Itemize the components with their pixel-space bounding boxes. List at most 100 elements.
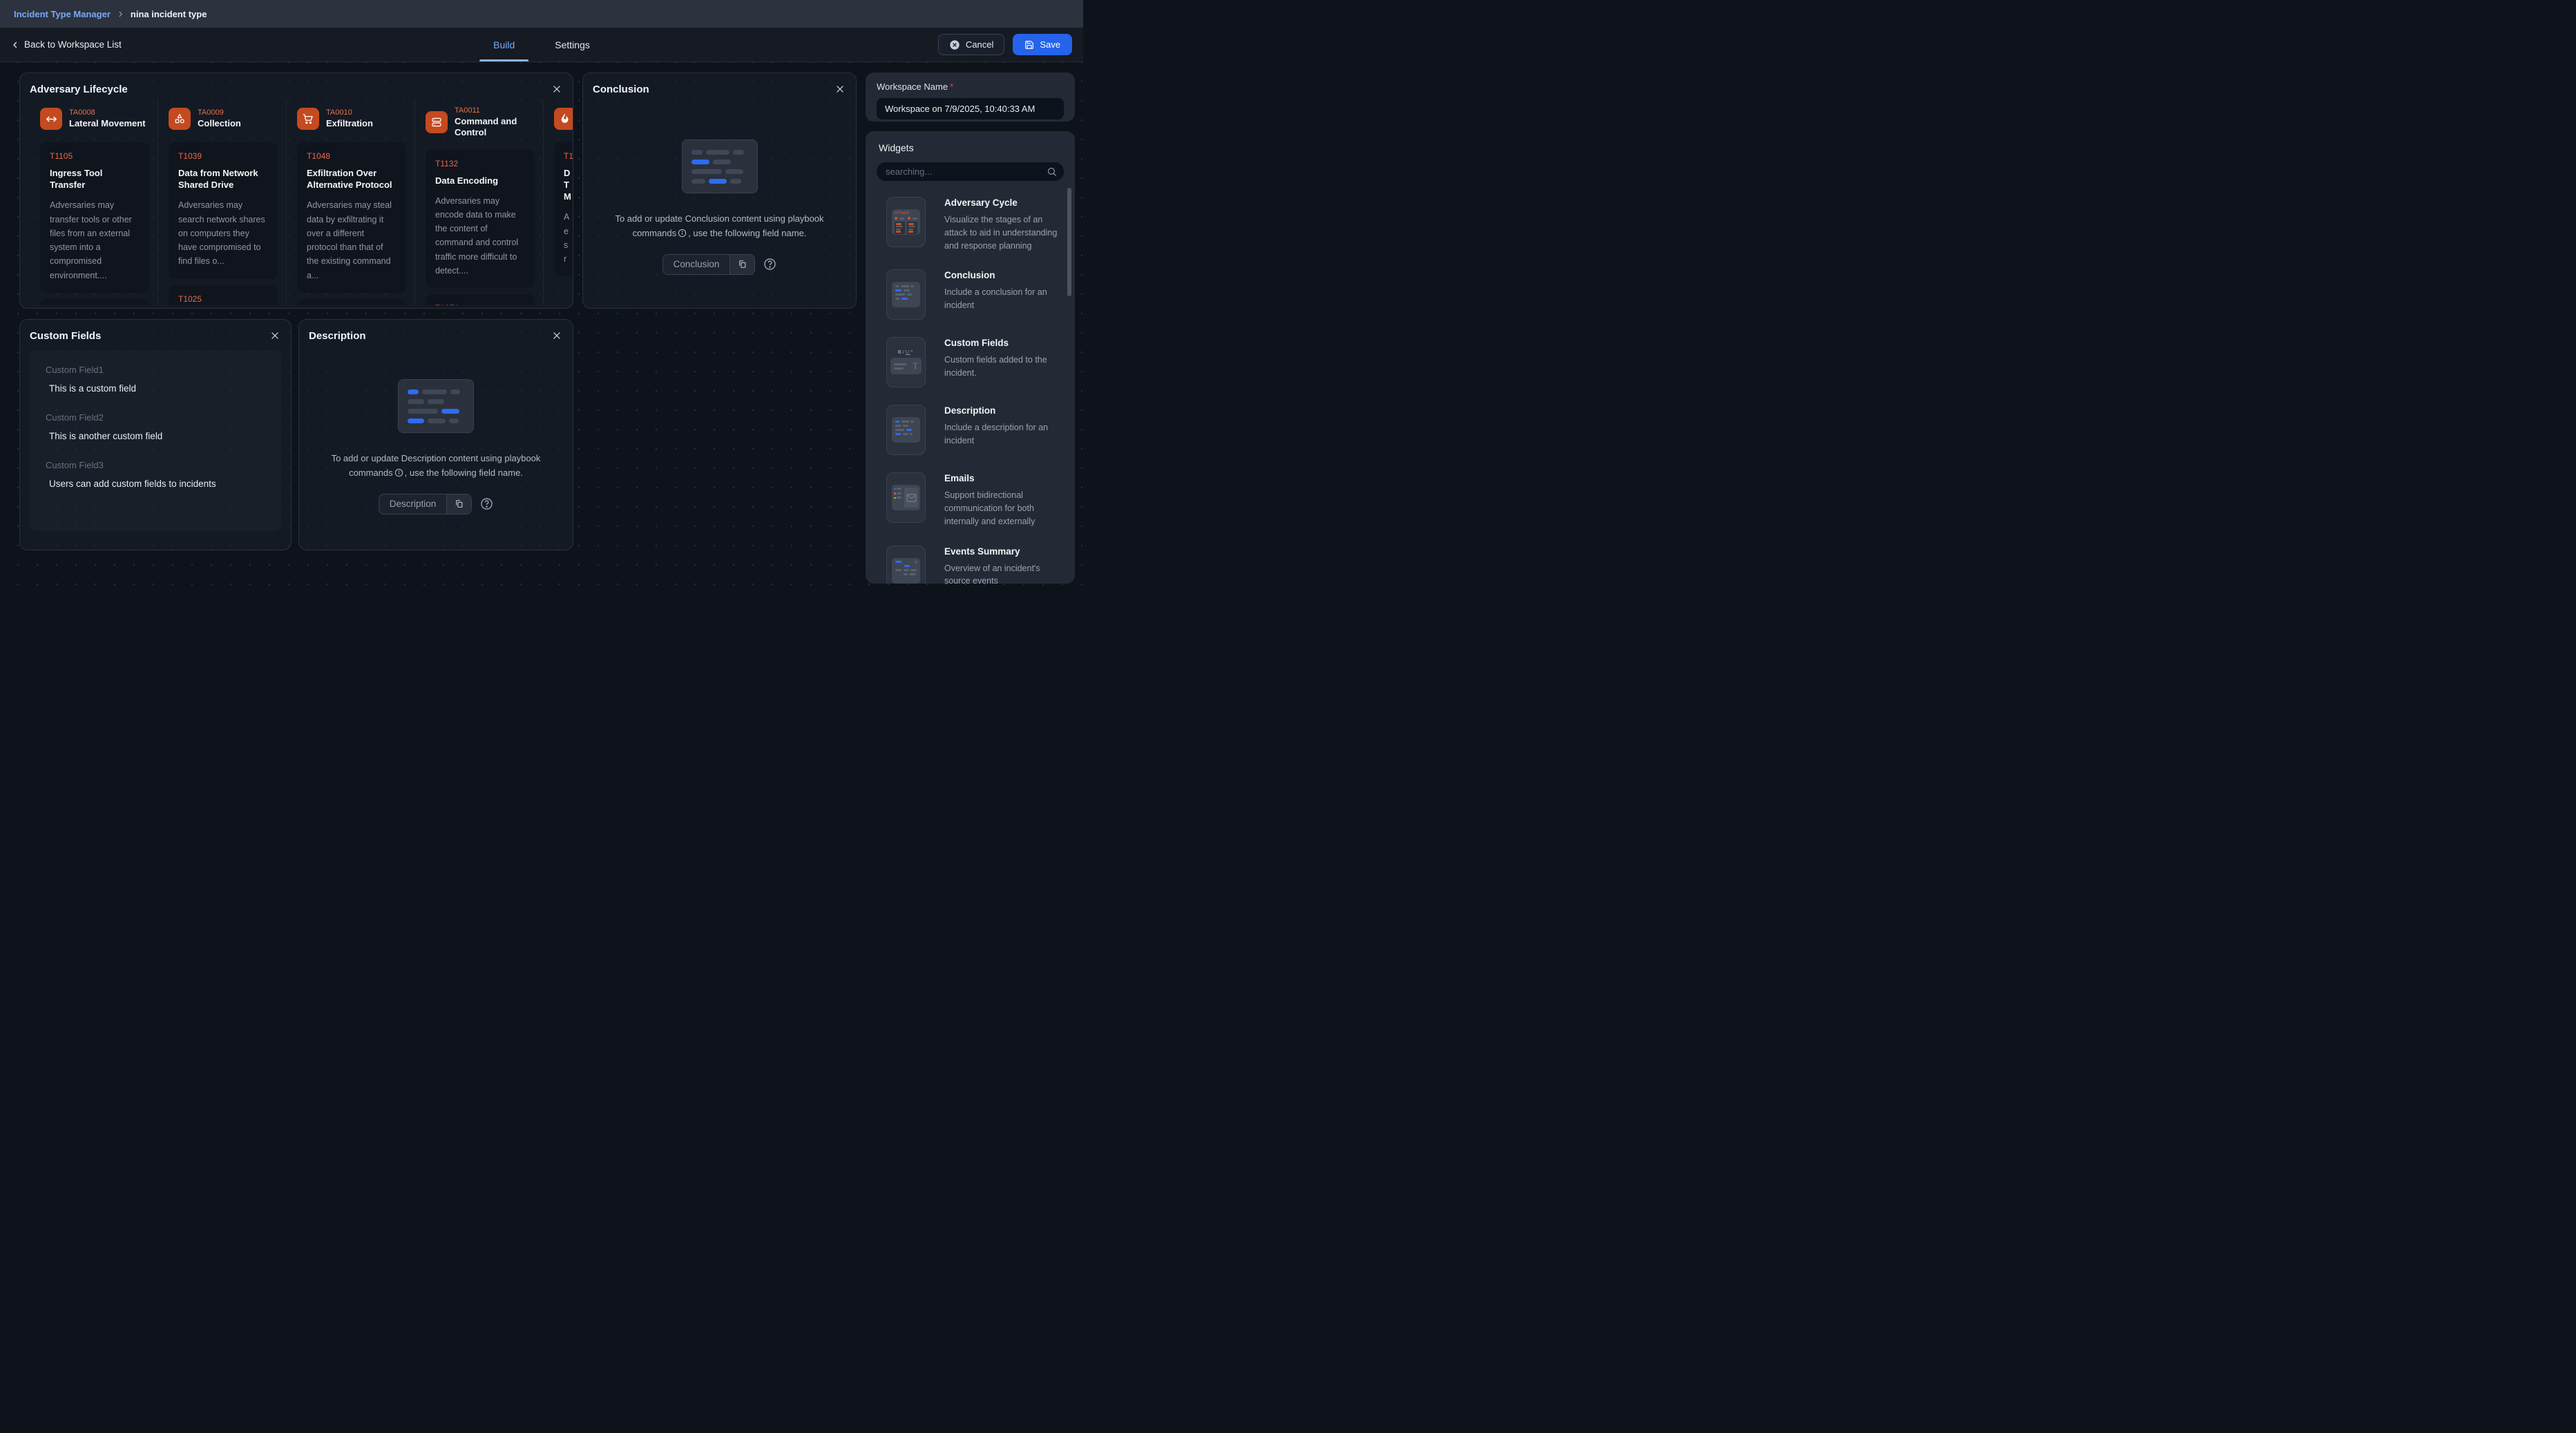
help-icon[interactable] bbox=[763, 258, 776, 271]
close-icon[interactable] bbox=[552, 84, 562, 94]
technique-card[interactable]: T1105 Ingress Tool Transfer Adversaries … bbox=[40, 142, 149, 293]
widgets-card: Widgets ATT&CK Adversary Cycle Visualize… bbox=[866, 131, 1075, 584]
technique-description: Adversaries may search network shares on… bbox=[178, 198, 268, 268]
technique-card[interactable]: T1132 Data Encoding Adversaries may enco… bbox=[426, 150, 535, 289]
widget-item-custom-fields[interactable]: BIU”T Custom Fields Custom fields added … bbox=[886, 337, 1061, 387]
workspace-name-label: Workspace Name* bbox=[877, 81, 1064, 92]
widget-thumbnail bbox=[886, 546, 926, 584]
widget-item-events-summary[interactable]: Events Summary Overview of an incident's… bbox=[886, 546, 1061, 584]
widget-item-adversary-cycle[interactable]: ATT&CK Adversary Cycle Visualize the sta… bbox=[886, 197, 1061, 252]
breadcrumb: Incident Type Manager nina incident type bbox=[0, 0, 1083, 28]
field-name-value: Conclusion bbox=[663, 255, 730, 274]
breadcrumb-root-link[interactable]: Incident Type Manager bbox=[14, 9, 111, 19]
workspace-name-card: Workspace Name* bbox=[866, 73, 1075, 122]
widget-description: Overview of an incident's source events bbox=[944, 562, 1061, 584]
widget-description: Support bidirectional communication for … bbox=[944, 489, 1061, 528]
close-icon[interactable] bbox=[835, 84, 845, 94]
arrows-horizontal-icon bbox=[40, 108, 62, 130]
field-name-value: Description bbox=[379, 494, 447, 514]
description-panel: Description To add or update Description… bbox=[298, 319, 573, 550]
collection-shapes-icon bbox=[169, 108, 191, 130]
info-icon[interactable] bbox=[678, 229, 687, 238]
tab-settings[interactable]: Settings bbox=[552, 28, 593, 61]
panel-title: Custom Fields bbox=[30, 330, 101, 342]
tactic-column: TA0008 Lateral Movement T1105 Ingress To… bbox=[30, 99, 158, 305]
flame-icon bbox=[554, 108, 573, 130]
copy-icon[interactable] bbox=[446, 494, 471, 514]
widget-thumbnail: ATT&CK bbox=[886, 197, 926, 247]
chevron-right-icon bbox=[117, 10, 124, 18]
custom-field-value: Users can add custom fields to incidents bbox=[49, 479, 265, 489]
conclusion-panel: Conclusion To add or update Conclusion c… bbox=[582, 73, 857, 309]
copy-icon[interactable] bbox=[729, 255, 754, 274]
technique-card[interactable]: T1025 Data from Removable Media bbox=[169, 285, 278, 305]
custom-field-label: Custom Field2 bbox=[46, 412, 265, 423]
widget-name: Description bbox=[944, 405, 1061, 416]
technique-id: T1132 bbox=[435, 159, 525, 169]
technique-description: Adversaries may steal data by exfiltrati… bbox=[307, 198, 397, 282]
widget-item-description[interactable]: Description Include a description for an… bbox=[886, 405, 1061, 455]
technique-id: T1071 bbox=[435, 303, 525, 305]
tactic-id: TA0010 bbox=[326, 108, 373, 117]
technique-id: T1039 bbox=[178, 151, 268, 161]
circle-x-icon bbox=[949, 39, 960, 50]
chevron-left-icon bbox=[11, 41, 19, 49]
widget-search-input[interactable] bbox=[877, 162, 1064, 181]
tactic-columns: TA0008 Lateral Movement T1105 Ingress To… bbox=[20, 99, 573, 305]
tactic-name: Exfiltration bbox=[326, 118, 373, 129]
custom-field-row: Custom Field3 Users can add custom field… bbox=[46, 460, 265, 489]
technique-card[interactable]: T1071 Application Layer Protocol bbox=[426, 294, 535, 305]
technique-card[interactable]: T1039 Data from Network Shared Drive Adv… bbox=[169, 142, 278, 279]
cancel-button[interactable]: Cancel bbox=[938, 34, 1004, 55]
widget-name: Conclusion bbox=[944, 270, 1061, 280]
cart-icon bbox=[297, 108, 319, 130]
tactic-column: TA0009 Collection T1039 Data from Networ… bbox=[158, 99, 287, 305]
help-icon[interactable] bbox=[480, 497, 493, 510]
playbook-hint-text: To add or update Conclusion content usin… bbox=[598, 212, 842, 241]
field-name-chip: Conclusion bbox=[662, 254, 756, 275]
workspace-name-input[interactable] bbox=[877, 98, 1064, 119]
back-to-workspace-list-link[interactable]: Back to Workspace List bbox=[11, 39, 122, 50]
tab-build[interactable]: Build bbox=[490, 28, 517, 61]
scrollbar-thumb[interactable] bbox=[1067, 188, 1071, 296]
save-icon bbox=[1024, 40, 1034, 50]
widget-name: Events Summary bbox=[944, 546, 1061, 557]
widget-item-conclusion[interactable]: Conclusion Include a conclusion for an i… bbox=[886, 269, 1061, 320]
custom-field-value: This is a custom field bbox=[49, 383, 265, 394]
search-icon bbox=[1047, 166, 1057, 177]
widget-item-emails[interactable]: Emails Support bidirectional communicati… bbox=[886, 472, 1061, 528]
info-icon[interactable] bbox=[394, 468, 403, 477]
technique-id: T1025 bbox=[178, 294, 268, 304]
custom-field-value: This is another custom field bbox=[49, 431, 265, 441]
close-icon[interactable] bbox=[552, 331, 562, 340]
widget-description: Custom fields added to the incident. bbox=[944, 354, 1061, 380]
panel-title: Adversary Lifecycle bbox=[30, 84, 128, 95]
technique-card[interactable]: T1048 Exfiltration Over Alternative Prot… bbox=[297, 142, 406, 293]
technique-title: Exfiltration Over Alternative Protocol bbox=[307, 167, 397, 191]
tab-bar: Build Settings bbox=[490, 28, 593, 61]
custom-fields-panel: Custom Fields Custom Field1 This is a cu… bbox=[19, 319, 292, 550]
technique-card[interactable]: T1 DTM Aesr bbox=[554, 142, 573, 276]
tactic-column: T1 DTM Aesr bbox=[544, 99, 573, 305]
technique-title: Data from Network Shared Drive bbox=[178, 167, 268, 191]
tactic-column: TA0011 Command and Control T1132 Data En… bbox=[415, 99, 544, 305]
widgets-title: Widgets bbox=[866, 142, 1075, 153]
technique-list: T1048 Exfiltration Over Alternative Prot… bbox=[297, 142, 406, 305]
technique-card[interactable]: T1021 Remote Services Adversaries may us… bbox=[40, 299, 149, 305]
technique-description: Adversaries may transfer tools or other … bbox=[50, 198, 140, 282]
close-icon[interactable] bbox=[270, 331, 280, 340]
widget-name: Adversary Cycle bbox=[944, 198, 1061, 208]
custom-field-row: Custom Field1 This is a custom field bbox=[46, 365, 265, 394]
custom-field-label: Custom Field3 bbox=[46, 460, 265, 470]
server-stack-icon bbox=[426, 111, 448, 133]
technique-card[interactable]: T1030 Data Transfer Size Limits bbox=[297, 299, 406, 305]
custom-fields-list: Custom Field1 This is a custom field Cus… bbox=[30, 350, 281, 531]
widget-thumbnail bbox=[886, 269, 926, 320]
adversary-lifecycle-panel: Adversary Lifecycle TA0008 Lateral Movem… bbox=[19, 73, 573, 309]
tactic-id: TA0008 bbox=[69, 108, 146, 117]
technique-id: T1105 bbox=[50, 151, 140, 161]
save-button[interactable]: Save bbox=[1013, 34, 1072, 55]
technique-title: DTM bbox=[564, 167, 573, 202]
breadcrumb-current: nina incident type bbox=[131, 9, 207, 19]
content-placeholder-graphic bbox=[398, 379, 474, 433]
